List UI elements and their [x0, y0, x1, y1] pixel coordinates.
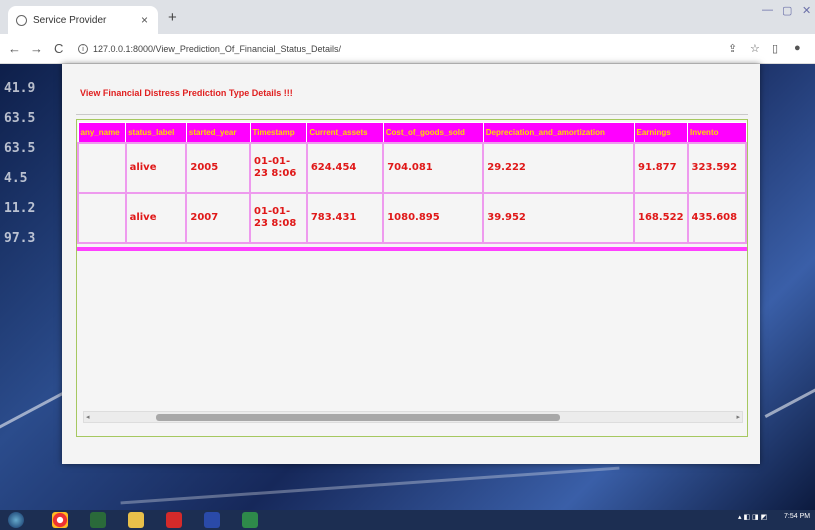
taskbar: ▴ ◧ ◨ ◩ 7:54 PM: [0, 510, 815, 530]
table-cell: 168.522: [633, 191, 689, 244]
close-window-button[interactable]: ✕: [802, 4, 811, 17]
scroll-right-icon[interactable]: ▸: [736, 412, 740, 423]
chrome-icon[interactable]: [52, 512, 68, 528]
pdf-icon[interactable]: [166, 512, 182, 528]
forward-icon[interactable]: →: [30, 41, 43, 56]
table-cell: 1080.895: [382, 191, 485, 244]
column-header[interactable]: Cost_of_goods_sold: [382, 122, 484, 143]
table-cell: 435.608: [686, 191, 747, 244]
table-cell: 323.592: [686, 141, 747, 194]
scroll-left-icon[interactable]: ◂: [86, 412, 90, 423]
table-cell: [77, 191, 127, 244]
table-cell: 624.454: [305, 141, 385, 194]
table-row: alive 2005 01-01-23 8:06 624.454 704.081…: [77, 141, 747, 194]
decorative-streak: [764, 373, 815, 418]
table-header-row: any_name status_label started_year Times…: [77, 122, 747, 143]
column-header[interactable]: Invento: [687, 122, 747, 143]
maximize-button[interactable]: ▢: [782, 4, 792, 17]
column-header[interactable]: Earnings: [633, 122, 689, 143]
table-cell: 704.081: [382, 141, 485, 194]
column-header[interactable]: Timestamp: [249, 122, 308, 143]
table-cell: 783.431: [305, 191, 385, 244]
new-tab-icon[interactable]: +: [168, 9, 177, 26]
globe-icon: [16, 14, 27, 26]
table-cell: 39.952: [482, 191, 635, 244]
column-header[interactable]: any_name: [77, 122, 127, 143]
table-cell: alive: [124, 191, 188, 244]
browser-tab[interactable]: Service Provider ×: [8, 6, 158, 34]
minimize-button[interactable]: —: [762, 4, 773, 16]
table-cell: 2005: [185, 141, 252, 194]
horizontal-scrollbar[interactable]: ◂ ▸: [83, 411, 743, 423]
clock[interactable]: 7:54 PM: [784, 513, 810, 520]
url-text: 127.0.0.1:8000/View_Prediction_Of_Financ…: [93, 44, 341, 54]
side-panel-icon[interactable]: ▯: [772, 42, 778, 55]
folder-icon[interactable]: [128, 512, 144, 528]
info-icon[interactable]: i: [78, 44, 88, 54]
table-cell: 2007: [185, 191, 252, 244]
bookmark-star-icon[interactable]: ☆: [750, 42, 760, 55]
share-icon[interactable]: ⇪: [728, 42, 737, 55]
table-row: alive 2007 01-01-23 8:08 783.431 1080.89…: [77, 191, 747, 244]
title-divider: [76, 114, 748, 115]
content-panel: View Financial Distress Prediction Type …: [62, 64, 760, 464]
column-header[interactable]: Current_assets: [306, 122, 384, 143]
column-header[interactable]: started_year: [185, 122, 251, 143]
table-cell: 01-01-23 8:08: [249, 191, 308, 244]
tray-icons[interactable]: ▴ ◧ ◨ ◩: [738, 513, 767, 521]
table-cell: 29.222: [482, 141, 635, 194]
decorative-streak: [120, 466, 620, 505]
python-icon[interactable]: [204, 512, 220, 528]
column-header[interactable]: status_label: [125, 122, 187, 143]
url-field[interactable]: i 127.0.0.1:8000/View_Prediction_Of_Fina…: [78, 39, 718, 59]
table-cell: [77, 141, 127, 194]
background-numbers-left: 41.9 63.5 63.5 4.5 11.2 97.3: [4, 81, 36, 246]
reload-icon[interactable]: C: [54, 41, 63, 56]
table-bottom-border: [77, 247, 747, 251]
page-title: View Financial Distress Prediction Type …: [80, 88, 293, 98]
back-icon[interactable]: ←: [8, 41, 21, 56]
profile-icon[interactable]: ●: [794, 42, 801, 54]
tab-title: Service Provider: [33, 14, 107, 26]
column-header[interactable]: Depreciation_and_amortization: [482, 122, 635, 143]
table-frame[interactable]: any_name status_label started_year Times…: [76, 119, 748, 437]
address-bar: ← → C i 127.0.0.1:8000/View_Prediction_O…: [0, 34, 815, 64]
scrollbar-thumb[interactable]: [156, 414, 560, 421]
table-cell: 91.877: [633, 141, 689, 194]
start-button-icon[interactable]: [8, 512, 24, 528]
excel-icon[interactable]: [242, 512, 258, 528]
table-cell: 01-01-23 8:06: [249, 141, 308, 194]
table-cell: alive: [124, 141, 188, 194]
tab-close-icon[interactable]: ×: [141, 13, 148, 27]
prediction-table: any_name status_label started_year Times…: [77, 122, 747, 244]
app-icon[interactable]: [90, 512, 106, 528]
browser-tab-bar: Service Provider × + — ▢ ✕: [0, 0, 815, 34]
